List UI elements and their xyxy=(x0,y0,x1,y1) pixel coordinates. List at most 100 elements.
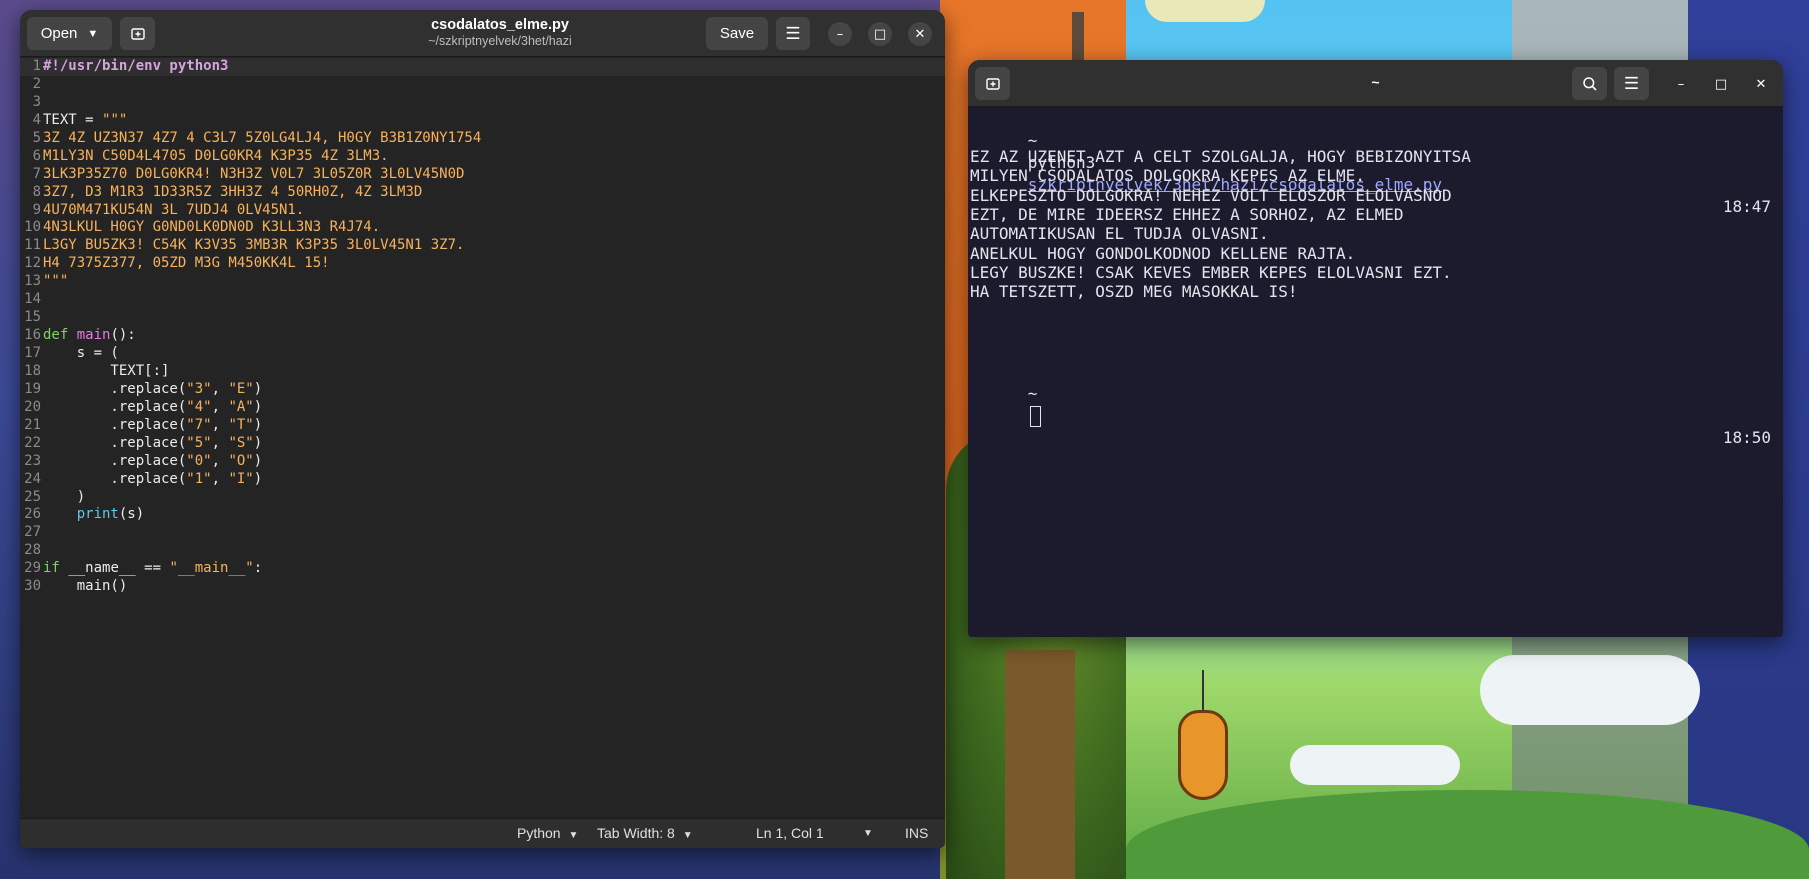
code-line[interactable]: 7 3LK3P35Z70 D0LG0KR4! N3H3Z V0L7 3L05Z0R… xyxy=(20,166,945,184)
code-line[interactable]: 21 .replace("7", "T") xyxy=(20,417,945,435)
code-line[interactable]: 27 xyxy=(20,524,945,542)
code-line[interactable]: 13 """ xyxy=(20,273,945,291)
main-menu-button[interactable]: ☰ xyxy=(776,17,810,50)
line-number: 28 xyxy=(24,542,41,559)
close-button[interactable]: ✕ xyxy=(908,22,932,46)
minimize-button[interactable]: – xyxy=(828,22,852,46)
code-line[interactable]: 4 TEXT = """ xyxy=(20,112,945,130)
code-token: , xyxy=(211,380,229,397)
code-token: , xyxy=(211,434,229,451)
code-line[interactable]: 30 main() xyxy=(20,578,945,596)
minimize-button[interactable]: – xyxy=(1669,72,1693,96)
code-line[interactable]: 23 .replace("0", "O") xyxy=(20,453,945,471)
line-number: 2 xyxy=(32,75,41,92)
line-number: 9 xyxy=(32,201,41,218)
code-line[interactable]: 3 xyxy=(20,94,945,112)
terminal-menu-button[interactable]: ☰ xyxy=(1614,67,1649,100)
close-icon: ✕ xyxy=(914,26,926,42)
code-line[interactable]: 1 #!/usr/bin/env python3 xyxy=(20,58,945,76)
hamburger-menu-icon: ☰ xyxy=(1623,73,1640,93)
code-line[interactable]: 22 .replace("5", "S") xyxy=(20,435,945,453)
wallpaper-cloud xyxy=(1480,655,1700,725)
code-token: #!/usr/bin/env python3 xyxy=(43,58,229,74)
chevron-down-icon[interactable]: ▼ xyxy=(863,828,873,839)
code-token: H4 7375Z377, 05ZD M3G M450KK4L 15! xyxy=(43,255,330,272)
code-token: .replace( xyxy=(43,398,187,415)
code-editor-area[interactable]: 1 #!/usr/bin/env python3 2 3 4 TEXT = """ 5 3Z … xyxy=(20,58,945,818)
code-line[interactable]: 28 xyxy=(20,542,945,560)
file-path: ~/szkriptnyelvek/3het/hazi xyxy=(428,34,572,48)
code-token: "I" xyxy=(228,470,254,487)
editor-statusbar: Python ▼ Tab Width: 8 ▼ Ln 1, Col 1 ▼ IN… xyxy=(20,818,945,848)
maximize-button[interactable]: □ xyxy=(1709,72,1733,96)
code-token: , xyxy=(211,398,229,415)
code-text: 4U70M471KU54N 3L 7UDJ4 0LV45N1. xyxy=(43,202,304,220)
code-token: s = ( xyxy=(43,345,119,361)
tab-width-label: Tab Width: 8 xyxy=(597,825,675,841)
line-number: 27 xyxy=(24,524,41,541)
line-number: 18 xyxy=(24,362,41,379)
code-line[interactable]: 24 .replace("1", "I") xyxy=(20,471,945,489)
code-line[interactable]: 12 H4 7375Z377, 05ZD M3G M450KK4L 15! xyxy=(20,255,945,273)
code-line[interactable]: 14 xyxy=(20,291,945,309)
line-number: 26 xyxy=(24,506,41,523)
code-text: L3GY BU5ZK3! C54K K3V35 3MB3R K3P35 3L0L… xyxy=(43,237,464,255)
new-tab-button[interactable] xyxy=(975,67,1010,100)
search-button[interactable] xyxy=(1572,67,1607,100)
code-line[interactable]: 6 M1LY3N C50D4L4705 D0LG0KR4 K3P35 4Z 3LM… xyxy=(20,148,945,166)
code-token: "T" xyxy=(228,416,254,433)
line-number: 19 xyxy=(24,380,41,397)
code-line[interactable]: 19 .replace("3", "E") xyxy=(20,381,945,399)
code-token: 3Z 4Z UZ3N37 4Z7 4 C3L7 5Z0LG4LJ4, H0GY … xyxy=(43,129,482,146)
code-token: "1" xyxy=(186,470,212,487)
code-text: def main(): xyxy=(43,327,136,345)
code-line[interactable]: 26 print(s) xyxy=(20,506,945,524)
terminal-window: ~ ☰ – □ ✕ ~ python3 szkriptnyelvek/3het/… xyxy=(968,60,1783,637)
code-line[interactable]: 2 xyxy=(20,76,945,94)
timestamp: 18:50 xyxy=(1722,428,1771,447)
code-line[interactable]: 15 xyxy=(20,309,945,327)
code-line[interactable]: 17 s = ( xyxy=(20,345,945,363)
close-button[interactable]: ✕ xyxy=(1749,72,1773,96)
code-token: "4" xyxy=(186,398,212,415)
terminal-title: ~ xyxy=(1371,74,1380,90)
search-icon xyxy=(1582,76,1597,91)
code-line[interactable]: 5 3Z 4Z UZ3N37 4Z7 4 C3L7 5Z0LG4LJ4, H0GY… xyxy=(20,130,945,148)
code-text: .replace("1", "I") xyxy=(43,471,262,489)
cursor-position[interactable]: Ln 1, Col 1 xyxy=(756,825,824,841)
code-token: ) xyxy=(43,488,86,505)
code-token: ) xyxy=(253,452,263,469)
line-number: 3 xyxy=(32,93,41,110)
line-number: 23 xyxy=(24,452,41,469)
code-text: H4 7375Z377, 05ZD M3G M450KK4L 15! xyxy=(43,255,330,273)
maximize-button[interactable]: □ xyxy=(868,22,892,46)
prompt-symbol: ~ xyxy=(1027,384,1038,403)
line-number: 11 xyxy=(24,237,41,254)
code-text: M1LY3N C50D4L4705 D0LG0KR4 K3P35 4Z 3LM3… xyxy=(43,148,389,166)
code-line[interactable]: 10 4N3LKUL H0GY G0ND0LK0DN0D K3LL3N3 R4J7… xyxy=(20,219,945,237)
line-number: 21 xyxy=(24,416,41,433)
open-button[interactable]: Open ▼ xyxy=(27,17,112,50)
line-number: 4 xyxy=(32,111,41,128)
code-line[interactable]: 11 L3GY BU5ZK3! C54K K3V35 3MB3R K3P35 3L… xyxy=(20,237,945,255)
terminal-output-area[interactable]: ~ python3 szkriptnyelvek/3het/hazi/csoda… xyxy=(968,108,1783,637)
code-token: L3GY BU5ZK3! C54K K3V35 3MB3R K3P35 3L0L… xyxy=(43,237,465,254)
code-line[interactable]: 16 def main(): xyxy=(20,327,945,345)
line-number: 13 xyxy=(24,273,41,290)
code-line[interactable]: 25 ) xyxy=(20,489,945,507)
code-line[interactable]: 8 3Z7, D3 M1R3 1D33R5Z 3HH3Z 4 50RH0Z, 4Z… xyxy=(20,184,945,202)
code-text: """ xyxy=(43,273,68,291)
timestamp: 18:47 xyxy=(1722,197,1771,216)
new-tab-button[interactable] xyxy=(120,17,155,50)
language-selector[interactable]: Python ▼ xyxy=(517,825,578,841)
language-label: Python xyxy=(517,825,561,841)
code-line[interactable]: 29 if __name__ == "__main__": xyxy=(20,560,945,578)
code-token: ) xyxy=(253,470,263,487)
code-line[interactable]: 18 TEXT[:] xyxy=(20,363,945,381)
tab-width-selector[interactable]: Tab Width: 8 ▼ xyxy=(597,825,693,841)
save-button[interactable]: Save xyxy=(706,17,768,50)
code-line[interactable]: 20 .replace("4", "A") xyxy=(20,399,945,417)
code-token: "__main__" xyxy=(169,560,254,577)
line-number: 24 xyxy=(24,470,41,487)
code-line[interactable]: 9 4U70M471KU54N 3L 7UDJ4 0LV45N1. xyxy=(20,202,945,220)
